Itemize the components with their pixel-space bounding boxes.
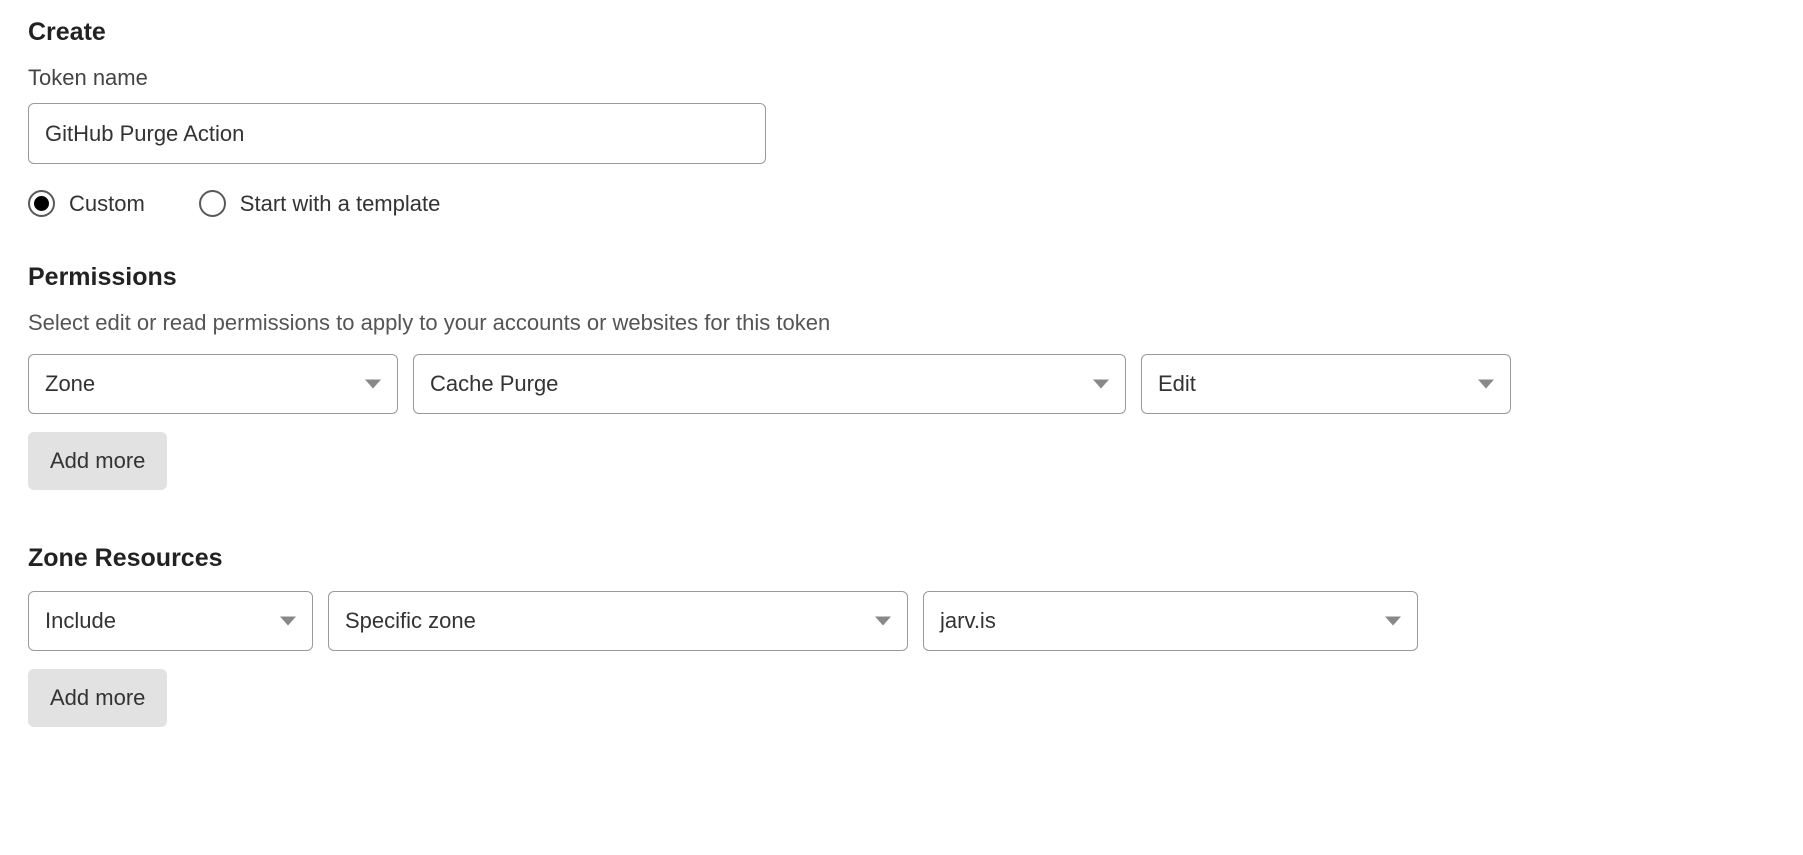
radio-template-label: Start with a template: [240, 191, 441, 217]
chevron-down-icon: [365, 380, 381, 389]
permissions-heading: Permissions: [28, 263, 1775, 292]
permissions-permission-select[interactable]: Cache Purge: [413, 354, 1126, 414]
zone-resources-heading: Zone Resources: [28, 544, 1775, 573]
zone-scope-select[interactable]: Specific zone: [328, 591, 908, 651]
permissions-scope-select[interactable]: Zone: [28, 354, 398, 414]
create-heading: Create: [28, 18, 1775, 47]
radio-circle-icon: [199, 190, 226, 217]
chevron-down-icon: [1385, 617, 1401, 626]
token-name-input[interactable]: [28, 103, 766, 164]
permissions-add-more-button[interactable]: Add more: [28, 432, 167, 490]
chevron-down-icon: [875, 617, 891, 626]
permissions-scope-value: Zone: [45, 371, 95, 397]
radio-custom[interactable]: Custom: [28, 190, 145, 217]
zone-value-select[interactable]: jarv.is: [923, 591, 1418, 651]
permissions-permission-value: Cache Purge: [430, 371, 558, 397]
radio-custom-label: Custom: [69, 191, 145, 217]
radio-template[interactable]: Start with a template: [199, 190, 441, 217]
permissions-access-value: Edit: [1158, 371, 1196, 397]
zone-value: jarv.is: [940, 608, 996, 634]
zone-mode-value: Include: [45, 608, 116, 634]
permissions-description: Select edit or read permissions to apply…: [28, 310, 1775, 336]
permissions-access-select[interactable]: Edit: [1141, 354, 1511, 414]
zone-scope-value: Specific zone: [345, 608, 476, 634]
chevron-down-icon: [280, 617, 296, 626]
token-name-label: Token name: [28, 65, 1775, 91]
zone-add-more-button[interactable]: Add more: [28, 669, 167, 727]
radio-circle-icon: [28, 190, 55, 217]
zone-mode-select[interactable]: Include: [28, 591, 313, 651]
chevron-down-icon: [1093, 380, 1109, 389]
chevron-down-icon: [1478, 380, 1494, 389]
radio-dot-icon: [34, 196, 49, 211]
